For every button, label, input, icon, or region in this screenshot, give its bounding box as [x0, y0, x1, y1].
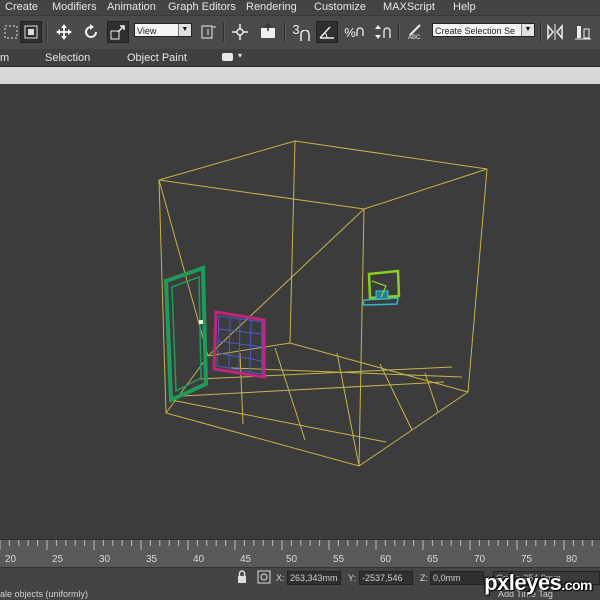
- tick-label: 60: [380, 554, 392, 565]
- tick-label: 40: [193, 554, 205, 565]
- ribbon-tab-selection[interactable]: Selection: [45, 52, 90, 64]
- y-coordinate-field[interactable]: -2537,546: [359, 571, 413, 585]
- menu-maxscript[interactable]: MAXScript: [383, 1, 435, 13]
- toolbar-separator: [223, 22, 225, 42]
- toolbar-separator: [540, 22, 542, 42]
- toolbar-separator: [398, 22, 400, 42]
- align-icon[interactable]: [572, 21, 594, 43]
- viewport-scene: [158, 140, 488, 467]
- selection-set-value: Create Selection Se: [435, 26, 516, 36]
- prompt-text: ale objects (uniformly): [0, 589, 89, 599]
- rotate-icon[interactable]: [80, 21, 102, 43]
- tick-label: 65: [427, 554, 439, 565]
- manipulate-icon[interactable]: [229, 21, 251, 43]
- main-toolbar: View ▼ 3 % ABC Create Selection Se ▼: [0, 15, 600, 50]
- ribbon-tab-modeling[interactable]: m: [0, 52, 9, 64]
- toolbar-separator: [284, 22, 286, 42]
- menu-customize[interactable]: Customize: [314, 1, 366, 13]
- keyboard-shortcut-icon[interactable]: [257, 21, 279, 43]
- scale-icon[interactable]: [107, 21, 129, 43]
- edit-named-selection-icon[interactable]: ABC: [404, 21, 426, 43]
- tick-label: 55: [333, 554, 345, 565]
- menu-create[interactable]: Create: [5, 1, 38, 13]
- ruler-ticks: [0, 540, 593, 550]
- chevron-down-icon: ▼: [178, 24, 191, 36]
- tick-label: 20: [5, 554, 17, 565]
- abc-label: ABC: [408, 35, 421, 41]
- reference-coordinate-dropdown[interactable]: View ▼: [134, 23, 192, 37]
- tick-label: 35: [146, 554, 158, 565]
- snap-3d-icon[interactable]: 3: [290, 21, 312, 43]
- y-label: Y:: [348, 573, 357, 583]
- lock-icon[interactable]: [234, 568, 250, 586]
- watermark-tld: .com: [561, 577, 592, 593]
- menu-graph-editors[interactable]: Graph Editors: [168, 1, 236, 13]
- tick-label: 30: [99, 554, 111, 565]
- x-label: X:: [276, 573, 285, 583]
- pivot-icon[interactable]: [197, 21, 219, 43]
- toolbar-separator: [46, 22, 48, 42]
- select-region-icon[interactable]: [0, 21, 22, 43]
- z-label: Z:: [420, 573, 428, 583]
- selection-set-dropdown[interactable]: Create Selection Se ▼: [432, 23, 535, 37]
- room-box-right-edge: [358, 168, 488, 467]
- tick-label: 70: [474, 554, 486, 565]
- menu-animation[interactable]: Animation: [107, 1, 156, 13]
- floor-grid: [165, 347, 463, 467]
- snap-number: 3: [292, 21, 300, 37]
- chevron-down-icon: ▼: [521, 24, 534, 36]
- room-box-back-vertical: [289, 140, 296, 344]
- ribbon-tab-object-paint[interactable]: Object Paint: [127, 52, 187, 64]
- angle-snap-icon[interactable]: [316, 21, 338, 43]
- wall-shelf-object: [362, 269, 401, 306]
- time-slider-ruler[interactable]: 20 25 30 35 40 45 50 55 60 65 70 75 80: [0, 539, 600, 568]
- tick-label: 45: [240, 554, 252, 565]
- menu-rendering[interactable]: Rendering: [246, 1, 297, 13]
- menu-help[interactable]: Help: [453, 1, 476, 13]
- tick-label: 50: [286, 554, 298, 565]
- menu-bar: Create Modifiers Animation Graph Editors…: [0, 0, 600, 15]
- mirror-icon[interactable]: [544, 21, 566, 43]
- door-object: [163, 265, 209, 404]
- chevron-down-icon[interactable]: ▾: [238, 51, 242, 60]
- window-crossing-icon[interactable]: [20, 21, 42, 43]
- x-coordinate-field[interactable]: 263,343mm: [287, 571, 341, 585]
- absolute-mode-icon[interactable]: [256, 568, 272, 586]
- move-icon[interactable]: [53, 21, 75, 43]
- window-object: [212, 310, 266, 379]
- reference-coordinate-value: View: [137, 26, 157, 36]
- tick-label: 75: [521, 554, 533, 565]
- menu-modifiers[interactable]: Modifiers: [52, 1, 97, 13]
- ribbon: m Selection Object Paint ▾: [0, 49, 600, 67]
- perspective-viewport[interactable]: [0, 84, 600, 539]
- spinner-snap-icon[interactable]: [371, 21, 393, 43]
- viewport-header-strip: [0, 67, 600, 84]
- room-box-top-face: [158, 140, 488, 210]
- watermark-brand: pxleyes: [484, 570, 562, 595]
- tick-label: 25: [52, 554, 64, 565]
- ribbon-toggle-button[interactable]: [222, 53, 233, 61]
- pxleyes-watermark: pxleyes.com: [484, 570, 592, 596]
- tick-label: 80: [566, 554, 578, 565]
- z-coordinate-field[interactable]: 0,0mm: [430, 571, 484, 585]
- percent-snap-icon[interactable]: %: [343, 21, 365, 43]
